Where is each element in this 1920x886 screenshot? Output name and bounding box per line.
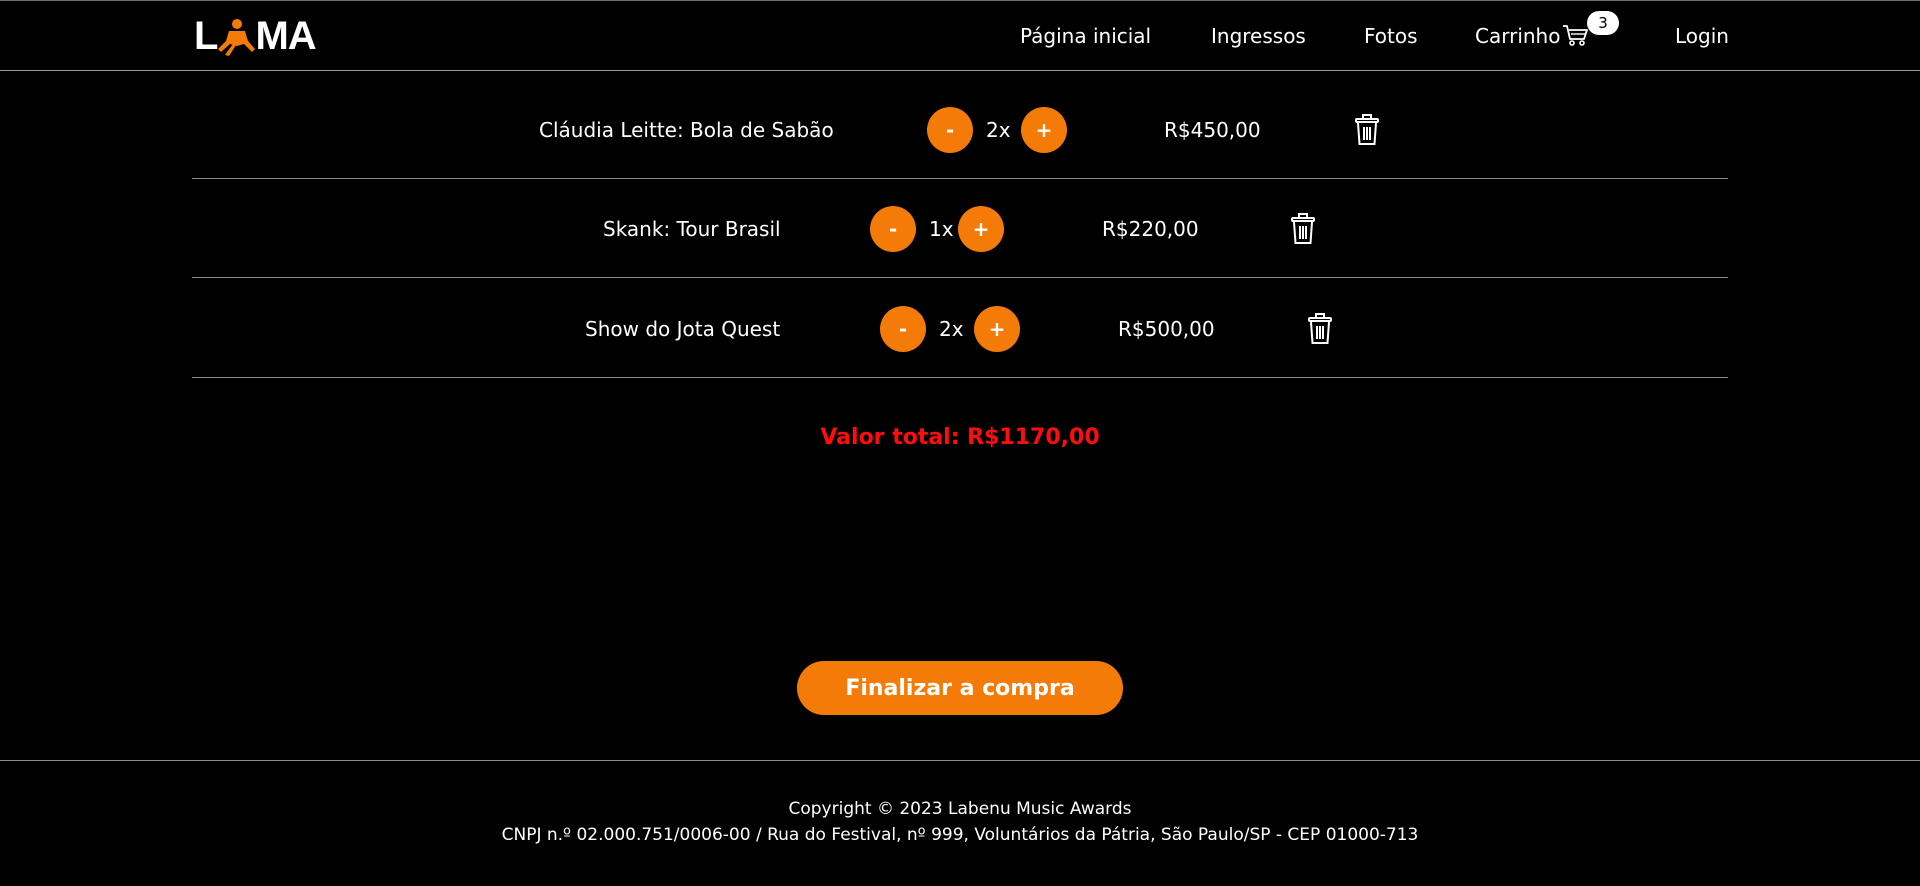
- site-footer: Copyright © 2023 Labenu Music Awards CNP…: [0, 760, 1920, 886]
- nav-login[interactable]: Login: [1675, 1, 1729, 71]
- trash-cell: [1289, 179, 1317, 278]
- item-quantity: 1x: [929, 216, 954, 241]
- logo-letters-ma: MA: [255, 13, 316, 58]
- item-name: Show do Jota Quest: [585, 316, 781, 341]
- decrease-qty-button[interactable]: -: [880, 305, 926, 352]
- nav-cart[interactable]: Carrinho: [1475, 1, 1560, 71]
- item-price: R$500,00: [1118, 316, 1215, 341]
- increase-qty-button[interactable]: +: [1021, 106, 1067, 153]
- item-price: R$450,00: [1164, 117, 1261, 142]
- trash-cell: [1306, 279, 1334, 378]
- logo-letter-l: L: [194, 13, 218, 58]
- nav-photos[interactable]: Fotos: [1364, 1, 1418, 71]
- increase-qty-button[interactable]: +: [974, 305, 1020, 352]
- guitarist-silhouette-icon: [218, 19, 256, 56]
- item-quantity: 2x: [986, 117, 1011, 142]
- plus-cell: +: [1021, 80, 1067, 179]
- cart-item-row: Cláudia Leitte: Bola de Sabão - 2x + R$4…: [192, 80, 1728, 179]
- decrease-qty-button[interactable]: -: [927, 106, 973, 153]
- cart-count-badge: 3: [1587, 11, 1619, 35]
- nav-home[interactable]: Página inicial: [1020, 1, 1151, 71]
- minus-cell: -: [880, 279, 926, 378]
- checkout-button[interactable]: Finalizar a compra: [797, 661, 1123, 715]
- minus-cell: -: [927, 80, 973, 179]
- trash-icon[interactable]: [1289, 212, 1317, 245]
- nav-tickets[interactable]: Ingressos: [1211, 1, 1306, 71]
- item-name: Skank: Tour Brasil: [603, 216, 781, 241]
- cart-total: Valor total: R$1170,00: [820, 425, 1100, 450]
- item-name: Cláudia Leitte: Bola de Sabão: [539, 117, 834, 142]
- trash-cell: [1353, 80, 1381, 179]
- shopping-cart-icon[interactable]: [1562, 23, 1588, 47]
- trash-icon[interactable]: [1353, 113, 1381, 146]
- plus-cell: +: [974, 279, 1020, 378]
- plus-cell: +: [958, 179, 1004, 278]
- decrease-qty-button[interactable]: -: [870, 205, 916, 252]
- footer-copyright: Copyright © 2023 Labenu Music Awards: [788, 799, 1132, 819]
- cart-item-row: Skank: Tour Brasil - 1x + R$220,00: [192, 179, 1728, 278]
- increase-qty-button[interactable]: +: [958, 205, 1004, 252]
- cart-item-row: Show do Jota Quest - 2x + R$500,00: [192, 279, 1728, 378]
- site-header: L MA Página inicial Ingressos Fotos Carr…: [0, 0, 1920, 71]
- minus-cell: -: [870, 179, 916, 278]
- footer-address: CNPJ n.º 02.000.751/0006-00 / Rua do Fes…: [501, 825, 1419, 845]
- item-quantity: 2x: [939, 316, 964, 341]
- item-price: R$220,00: [1102, 216, 1199, 241]
- lama-logo[interactable]: L MA: [194, 13, 317, 58]
- trash-icon[interactable]: [1306, 312, 1334, 345]
